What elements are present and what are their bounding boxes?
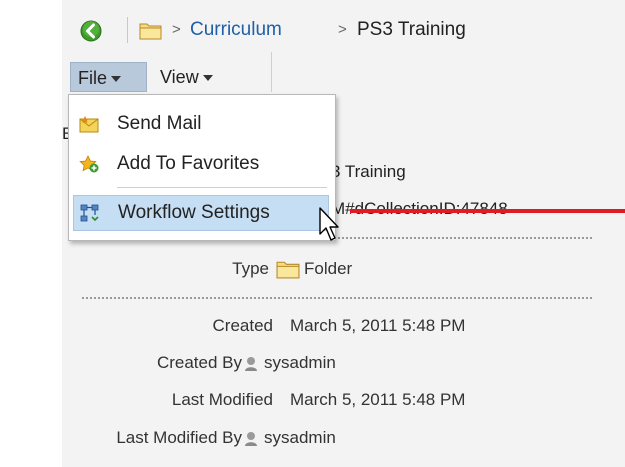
user-icon <box>245 432 257 446</box>
menu-item-add-to-favorites[interactable]: Add To Favorites <box>73 149 329 179</box>
back-arrow-icon[interactable] <box>80 20 102 42</box>
star-plus-icon <box>79 155 99 173</box>
last-modified-by-label: Last Modified By <box>116 428 242 447</box>
breadcrumb-curriculum-link[interactable]: Curriculum <box>190 19 282 41</box>
breadcrumb-chevron: > <box>172 21 181 38</box>
menu-divider <box>117 187 327 188</box>
menu-item-label: Workflow Settings <box>118 202 270 223</box>
breadcrumb-chevron: > <box>338 21 347 38</box>
view-menu-button[interactable]: View <box>153 62 245 92</box>
menu-item-label: Add To Favorites <box>117 153 260 174</box>
file-dropdown-menu: Send Mail Add To Favorites Workflow Sett… <box>68 94 336 241</box>
workflow-icon <box>80 204 99 222</box>
created-label: Created <box>212 316 273 335</box>
folder-icon <box>276 261 300 279</box>
breadcrumb-divider <box>127 17 128 43</box>
user-icon <box>245 357 257 371</box>
dotted-divider <box>82 297 592 299</box>
menubar-divider <box>271 52 272 92</box>
last-modified-by-user-link[interactable]: sysadmin <box>264 428 336 448</box>
last-modified-label: Last Modified <box>171 390 273 409</box>
file-menu-label: File <box>78 68 108 88</box>
created-value: March 5, 2011 5:48 PM <box>290 316 466 335</box>
chevron-down-icon <box>111 76 122 83</box>
annotation-line <box>350 209 625 213</box>
envelope-star-icon <box>79 116 99 133</box>
type-label: Type <box>232 259 269 278</box>
type-value: Folder <box>304 259 353 278</box>
title-fragment: 3 Training <box>331 162 406 181</box>
view-menu-label: View <box>160 67 199 87</box>
chevron-down-icon <box>202 75 213 82</box>
last-modified-value: March 5, 2011 5:48 PM <box>290 390 466 409</box>
created-by-user-link[interactable]: sysadmin <box>264 353 336 373</box>
breadcrumb-current: PS3 Training <box>357 19 466 40</box>
menu-item-send-mail[interactable]: Send Mail <box>73 109 329 139</box>
created-by-label: Created By <box>156 353 242 372</box>
menu-item-label: Send Mail <box>117 113 202 134</box>
folder-icon <box>139 23 162 40</box>
file-menu-button[interactable]: File <box>70 62 147 92</box>
menu-item-workflow-settings[interactable]: Workflow Settings <box>73 195 329 231</box>
mouse-cursor-icon <box>319 207 339 241</box>
